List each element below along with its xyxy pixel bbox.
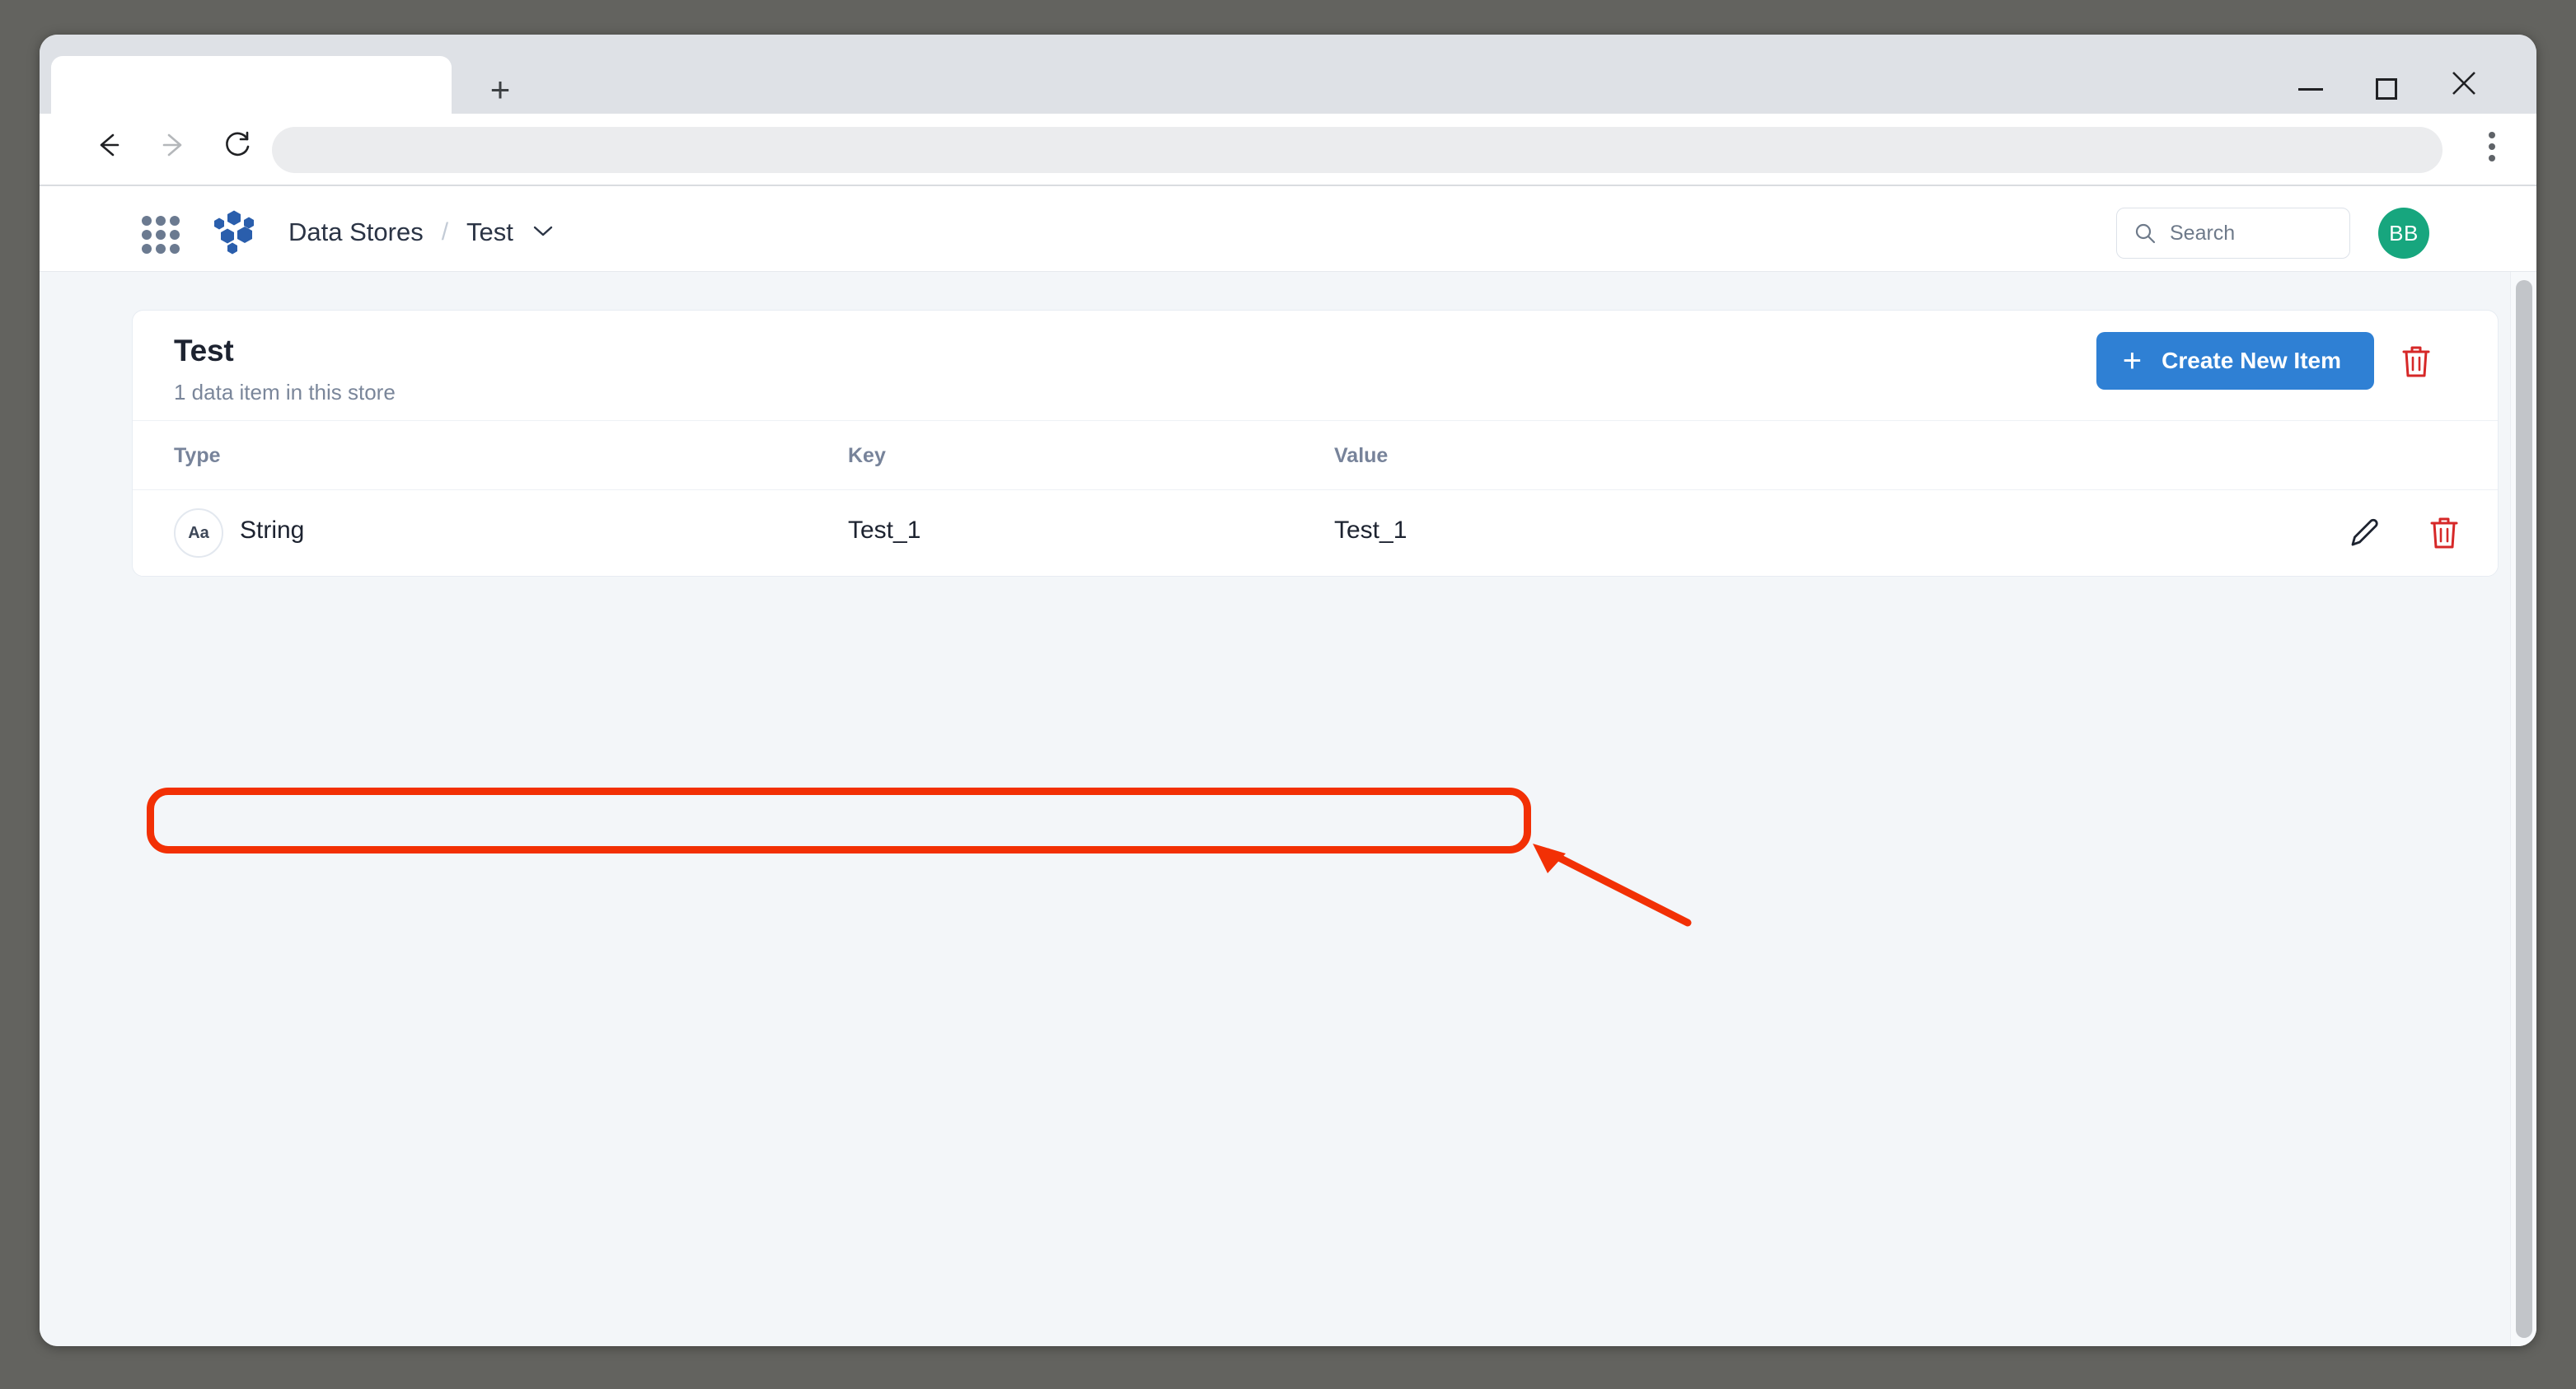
new-tab-button[interactable]: + — [476, 71, 524, 112]
cell-value: Test_1 — [1334, 517, 1407, 544]
breadcrumb-current[interactable]: Test — [466, 217, 513, 247]
plus-icon: + — [2122, 343, 2143, 379]
column-header-key: Key — [848, 444, 886, 467]
window-close-button[interactable] — [2426, 64, 2502, 110]
pencil-icon — [2351, 518, 2378, 546]
logo-hexagons — [214, 210, 254, 255]
scrollbar-thumb[interactable] — [2516, 280, 2532, 1338]
type-badge: Aa — [174, 508, 223, 558]
chevron-down-icon[interactable] — [532, 223, 555, 242]
cell-type: String — [240, 517, 305, 544]
table-row[interactable]: Aa String Test_1 Test_1 — [133, 490, 2498, 576]
search-icon — [2135, 223, 2156, 244]
edit-row-button[interactable] — [2344, 513, 2384, 553]
desktop-background: + Data Stores / Test Search BB Test 1 da… — [0, 0, 2576, 1389]
table-header-row: Type Key Value — [133, 421, 2498, 490]
delete-store-button[interactable] — [2397, 342, 2435, 381]
breadcrumb-root[interactable]: Data Stores — [288, 217, 424, 247]
chevron-down-glyph — [533, 226, 553, 236]
address-bar[interactable] — [272, 127, 2443, 173]
annotation-arrow-icon — [1533, 844, 1692, 927]
page-scrollbar[interactable] — [2510, 272, 2536, 1346]
data-store-card: Test 1 data item in this store + Create … — [132, 310, 2499, 577]
page-body: Test 1 data item in this store + Create … — [40, 272, 2536, 1346]
forward-button[interactable] — [152, 129, 196, 173]
back-button[interactable] — [86, 129, 130, 173]
app-header: Data Stores / Test Search BB — [40, 186, 2536, 272]
close-icon — [2452, 72, 2475, 95]
avatar-initials: BB — [2389, 220, 2419, 246]
browser-toolbar — [40, 114, 2536, 186]
annotation-highlight-box — [147, 788, 1531, 854]
maximize-icon — [2376, 77, 2397, 100]
create-new-item-label: Create New Item — [2161, 348, 2341, 373]
hexagon-cluster-logo-icon[interactable] — [203, 209, 262, 259]
annotation-arrow — [1515, 840, 1696, 931]
page-title: Test — [174, 334, 234, 367]
window-maximize-button[interactable] — [2349, 64, 2424, 110]
search-placeholder: Search — [2170, 221, 2236, 245]
breadcrumb-separator: / — [441, 218, 449, 246]
browser-window: + Data Stores / Test Search BB Test 1 da… — [40, 35, 2536, 1346]
trash-icon — [2402, 346, 2430, 377]
create-new-item-button[interactable]: + Create New Item — [2096, 332, 2374, 390]
item-count-subtitle: 1 data item in this store — [174, 380, 396, 405]
search-input[interactable]: Search — [2116, 208, 2350, 259]
avatar[interactable]: BB — [2378, 208, 2429, 259]
card-header: Test 1 data item in this store + Create … — [133, 311, 2498, 421]
apps-grid-icon[interactable] — [142, 216, 180, 254]
window-minimize-button[interactable] — [2273, 64, 2349, 110]
minimize-icon — [2298, 87, 2323, 91]
browser-menu-button[interactable] — [2472, 129, 2512, 173]
three-dot-menu-icon — [2489, 132, 2495, 161]
delete-row-button[interactable] — [2425, 513, 2463, 553]
reload-icon — [226, 131, 250, 157]
cell-key: Test_1 — [848, 517, 921, 544]
trash-icon — [2430, 517, 2458, 549]
column-header-type: Type — [174, 444, 221, 467]
breadcrumb: Data Stores / Test — [288, 213, 555, 252]
browser-tab[interactable] — [51, 56, 452, 114]
column-header-value: Value — [1334, 444, 1389, 467]
reload-button[interactable] — [216, 129, 260, 173]
browser-tab-strip: + — [40, 35, 2536, 114]
arrow-right-icon — [162, 133, 182, 157]
arrow-left-icon — [100, 133, 119, 157]
